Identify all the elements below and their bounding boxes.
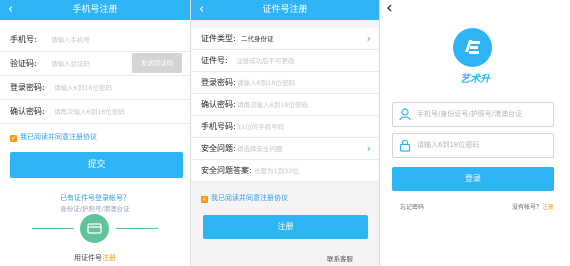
send-code-button[interactable]: 发送验证码 — [132, 53, 182, 73]
security-question-value: 请选择安全问题 — [237, 145, 283, 153]
chevron-right-icon: › — [366, 32, 371, 45]
confirm-password-label: 确认密码: — [201, 100, 236, 109]
checkbox-checked-icon: ✓ — [10, 135, 17, 142]
id-type-value: 二代身份证 — [241, 35, 274, 43]
id-number-input[interactable]: 注册成功后不可更改 — [236, 50, 295, 72]
id-register-prefix: 用证件号 — [74, 254, 102, 262]
id-login-link[interactable]: 已有证件号登录帐号？ — [0, 193, 190, 203]
agree-checkbox[interactable]: ✓ 我已阅读并同意注册协议 — [10, 132, 97, 142]
password-field-row: 登录密码: 请输入6到18位密码 — [0, 76, 190, 100]
password-input[interactable]: 请输入6到18位密码 — [54, 76, 112, 100]
page-title: 证件号注册 — [262, 5, 308, 15]
password-label: 登录密码: — [10, 83, 45, 92]
id-register-titlebar: ‹ 证件号注册 — [191, 0, 379, 20]
phone-label: 手机号: — [10, 35, 37, 44]
contact-service-link[interactable]: 联系客服 — [327, 253, 353, 263]
phone-field-row: 手机号: 请输入手机号 — [0, 28, 190, 52]
code-label: 验证码: — [10, 59, 37, 68]
password-row: 登录密码: 请输入6到18位密码 — [191, 72, 379, 94]
id-number-label: 证件号: — [201, 56, 228, 65]
id-register-suffix: 注册 — [102, 254, 116, 262]
divider-right — [116, 228, 158, 229]
chevron-right-icon: › — [366, 142, 371, 155]
confirm-password-input[interactable]: 请再次输入6到18位密码 — [54, 100, 125, 124]
forgot-password-link[interactable]: 忘记密码 — [400, 202, 424, 211]
app-logo-icon — [465, 40, 480, 54]
password-placeholder: 请输入6到18位密码 — [417, 141, 480, 149]
password-input[interactable]: 请输入6到18位密码 — [392, 133, 554, 158]
back-chevron-left-icon[interactable]: ‹ — [386, 0, 393, 18]
app-name: 艺术升 — [460, 74, 490, 85]
register-link[interactable]: 注册 — [542, 204, 554, 211]
account-placeholder: 手机号/身份证号/护照号/港澳台证 — [417, 110, 523, 118]
password-input[interactable]: 请输入6到18位密码 — [237, 72, 295, 94]
register-prompt: 没有帐号？注册 — [512, 202, 554, 211]
login-button[interactable]: 登录 — [392, 167, 554, 191]
security-answer-label: 安全问题答案: — [201, 166, 252, 175]
security-answer-row: 安全问题答案: 长度为1到32位 — [191, 160, 379, 182]
id-register-screen: ‹ 证件号注册 证件类型: 二代身份证 › 证件号: 注册成功后不可更改 登录密… — [191, 0, 379, 266]
submit-button[interactable]: 提交 — [10, 152, 183, 178]
agree-text: 我已阅读并同意注册协议 — [211, 194, 288, 202]
password-label: 登录密码: — [201, 78, 236, 87]
security-question-row[interactable]: 安全问题: 请选择安全问题 › — [191, 138, 379, 160]
register-button[interactable]: 注册 — [203, 215, 368, 239]
confirm-password-field-row: 确认密码: 请再次输入6到18位密码 — [0, 100, 190, 124]
lock-icon — [399, 139, 411, 152]
phone-input[interactable]: 请输入手机号 — [51, 28, 90, 52]
agree-text: 我已阅读并同意注册协议 — [20, 133, 97, 141]
security-question-label: 安全问题: — [201, 144, 236, 153]
account-input[interactable]: 手机号/身份证号/护照号/港澳台证 — [392, 102, 554, 127]
id-type-label: 证件类型: — [201, 34, 236, 43]
mobile-label: 手机号码: — [201, 122, 236, 131]
phone-register-screen: ‹ 手机号注册 手机号: 请输入手机号 验证码: 请输入验证码 发送验证码 登录… — [0, 0, 190, 266]
mobile-row: 手机号码: 11位的手机号码 — [191, 116, 379, 138]
mobile-input[interactable]: 11位的手机号码 — [237, 116, 284, 138]
user-icon — [399, 108, 411, 121]
id-register-link[interactable]: 用证件号注册 — [0, 253, 190, 263]
code-input[interactable]: 请输入验证码 — [51, 52, 90, 76]
id-types-hint: 身份证/护照号/港澳台证 — [60, 205, 130, 213]
app-logo — [453, 28, 492, 67]
id-type-row[interactable]: 证件类型: 二代身份证 › — [191, 28, 379, 50]
checkbox-checked-icon: ✓ — [201, 196, 208, 203]
confirm-password-input[interactable]: 请再次输入6到18位密码 — [237, 94, 308, 116]
confirm-password-label: 确认密码: — [10, 107, 45, 116]
id-card-icon — [87, 223, 102, 234]
id-card-register-button[interactable] — [80, 214, 109, 243]
page-title: 手机号注册 — [72, 5, 118, 15]
confirm-password-row: 确认密码: 请再次输入6到18位密码 — [191, 94, 379, 116]
phone-register-titlebar: ‹ 手机号注册 — [0, 0, 190, 20]
agree-checkbox[interactable]: ✓ 我已阅读并同意注册协议 — [201, 193, 288, 203]
id-number-row: 证件号: 注册成功后不可更改 — [191, 50, 379, 72]
divider-left — [32, 228, 74, 229]
security-answer-input[interactable]: 长度为1到32位 — [254, 160, 299, 182]
no-account-text: 没有帐号？ — [511, 204, 542, 211]
